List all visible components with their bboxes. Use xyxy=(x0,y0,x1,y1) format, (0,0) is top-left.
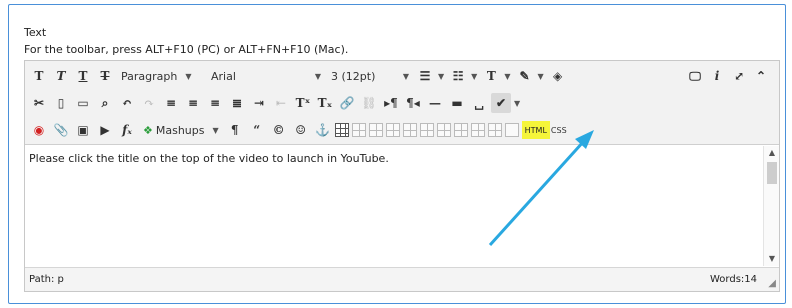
preview-monitor-icon[interactable]: 🖵 xyxy=(685,66,705,86)
blockquote-button[interactable]: “ xyxy=(247,120,267,140)
chevron-down-icon: ▼ xyxy=(314,71,321,81)
toolbar-row-1: T T T T Paragraph ▼ Arial ▼ 3 (12pt) ▼ ☰… xyxy=(29,63,570,89)
editor-body-text: Please click the title on the top of the… xyxy=(29,152,389,165)
horizontal-rule-icon[interactable]: — xyxy=(425,93,445,113)
align-center-icon[interactable]: ≡ xyxy=(183,93,203,113)
field-label: Text xyxy=(24,26,47,39)
paste-icon[interactable]: ▭ xyxy=(73,93,93,113)
table-delete-col-icon[interactable] xyxy=(453,123,468,137)
highlight-pen-icon[interactable]: ✎ xyxy=(514,66,534,86)
rich-text-editor: T T T T Paragraph ▼ Arial ▼ 3 (12pt) ▼ ☰… xyxy=(24,60,780,292)
mashups-label: Mashups xyxy=(155,123,205,137)
toolbar-right-group: 🖵 i ⤢ ⌃ xyxy=(685,63,773,89)
undo-icon[interactable]: ↶ xyxy=(117,93,137,113)
html-source-button[interactable]: HTML xyxy=(521,121,550,139)
font-family-dropdown[interactable]: Arial ▼ xyxy=(207,66,325,86)
pilcrow-button[interactable]: ¶ xyxy=(225,120,245,140)
math-formula-icon[interactable]: fₓ xyxy=(117,120,137,140)
spellcheck-icon[interactable]: ✔ xyxy=(491,93,511,113)
collapse-toolbar-icon[interactable]: ⌃ xyxy=(751,66,771,86)
editor-toolbar: T T T T Paragraph ▼ Arial ▼ 3 (12pt) ▼ ☰… xyxy=(25,61,779,145)
chevron-down-icon[interactable]: ▼ xyxy=(504,72,510,81)
scroll-up-icon[interactable]: ▲ xyxy=(764,146,780,160)
css-button[interactable]: CSS xyxy=(551,121,567,139)
copy-icon[interactable]: ▯ xyxy=(51,93,71,113)
resize-handle-icon[interactable]: ◢ xyxy=(768,278,776,289)
table-merge-cells-icon[interactable] xyxy=(470,123,485,137)
chevron-down-icon: ▼ xyxy=(212,125,219,135)
insert-table-icon[interactable] xyxy=(334,123,349,137)
table-cell-props-icon[interactable] xyxy=(504,123,519,137)
table-split-cells-icon[interactable] xyxy=(487,123,502,137)
eraser-icon[interactable]: ◈ xyxy=(548,66,568,86)
align-justify-icon[interactable]: ≣ xyxy=(227,93,247,113)
chevron-down-icon[interactable]: ▼ xyxy=(537,72,543,81)
rtl-direction-icon[interactable]: ¶◂ xyxy=(403,93,423,113)
paragraph-format-dropdown[interactable]: Paragraph ▼ xyxy=(117,66,205,86)
chevron-down-icon: ▼ xyxy=(185,71,192,81)
toolbar-row-2: ✂ ▯ ▭ ⌕ ↶ ↷ ≡ ≡ ≡ ≣ ⇥ ⇤ Tˣ Tₓ 🔗 ⛓ ▸¶ ¶◂ … xyxy=(29,90,524,116)
paragraph-format-value: Paragraph xyxy=(121,69,178,83)
mashups-icon: ❖ xyxy=(143,123,153,137)
link-icon[interactable]: 🔗 xyxy=(337,93,357,113)
scrollbar-thumb[interactable] xyxy=(767,162,777,184)
subscript-button[interactable]: Tₓ xyxy=(315,93,335,113)
align-right-icon[interactable]: ≡ xyxy=(205,93,225,113)
chevron-down-icon[interactable]: ▼ xyxy=(438,72,444,81)
indent-icon[interactable]: ⇥ xyxy=(249,93,269,113)
font-size-dropdown[interactable]: 3 (12pt) ▼ xyxy=(327,66,413,86)
table-delete-row-icon[interactable] xyxy=(402,123,417,137)
info-icon[interactable]: i xyxy=(707,66,727,86)
bullet-list-icon[interactable]: ☰ xyxy=(415,66,435,86)
font-family-value: Arial xyxy=(211,69,236,83)
word-count: Words:14 xyxy=(709,274,757,285)
table-row-before-icon[interactable] xyxy=(368,123,383,137)
mashups-dropdown[interactable]: ❖ Mashups ▼ xyxy=(139,120,223,140)
outdent-icon[interactable]: ⇤ xyxy=(271,93,291,113)
record-icon[interactable]: ◉ xyxy=(29,120,49,140)
redo-icon[interactable]: ↷ xyxy=(139,93,159,113)
thick-rule-icon[interactable]: ▬ xyxy=(447,93,467,113)
numbered-list-icon[interactable]: ☷ xyxy=(448,66,468,86)
bold-button[interactable]: T xyxy=(29,66,49,86)
editor-content-area[interactable]: Please click the title on the top of the… xyxy=(25,146,779,266)
table-row-after-icon[interactable] xyxy=(385,123,400,137)
chevron-down-icon[interactable]: ▼ xyxy=(471,72,477,81)
underline-button[interactable]: T xyxy=(73,66,93,86)
table-col-after-icon[interactable] xyxy=(436,123,451,137)
font-size-value: 3 (12pt) xyxy=(331,69,376,83)
emoticon-button[interactable]: ☺ xyxy=(291,120,311,140)
italic-button[interactable]: T xyxy=(51,66,71,86)
editor-statusbar: Path: p Words:14 ◢ xyxy=(25,267,779,291)
attach-file-icon[interactable]: 📎 xyxy=(51,120,71,140)
insert-image-icon[interactable]: ▣ xyxy=(73,120,93,140)
superscript-button[interactable]: Tˣ xyxy=(293,93,313,113)
chevron-down-icon: ▼ xyxy=(402,71,409,81)
editor-scrollbar[interactable]: ▲ ▼ xyxy=(763,146,779,266)
copyright-button[interactable]: © xyxy=(269,120,289,140)
text-color-button[interactable]: T xyxy=(481,66,501,86)
unlink-icon[interactable]: ⛓ xyxy=(359,93,379,113)
expand-icon[interactable]: ⤢ xyxy=(729,66,749,86)
anchor-button[interactable]: ⚓ xyxy=(313,120,333,140)
cut-icon[interactable]: ✂ xyxy=(29,93,49,113)
scroll-down-icon[interactable]: ▼ xyxy=(764,252,780,266)
find-icon[interactable]: ⌕ xyxy=(95,93,115,113)
element-path: Path: p xyxy=(29,274,64,285)
nonbreaking-space-icon[interactable]: ␣ xyxy=(469,93,489,113)
table-col-before-icon[interactable] xyxy=(419,123,434,137)
strikethrough-button[interactable]: T xyxy=(95,66,115,86)
insert-media-icon[interactable]: ▶ xyxy=(95,120,115,140)
toolbar-row-3: ◉ 📎 ▣ ▶ fₓ ❖ Mashups ▼ ¶ “ © ☺ ⚓ HTML CS… xyxy=(29,117,567,143)
ltr-direction-icon[interactable]: ▸¶ xyxy=(381,93,401,113)
table-properties-icon[interactable] xyxy=(351,123,366,137)
align-left-icon[interactable]: ≡ xyxy=(161,93,181,113)
toolbar-help-text: For the toolbar, press ALT+F10 (PC) or A… xyxy=(24,43,349,56)
chevron-down-icon[interactable]: ▼ xyxy=(514,99,520,108)
